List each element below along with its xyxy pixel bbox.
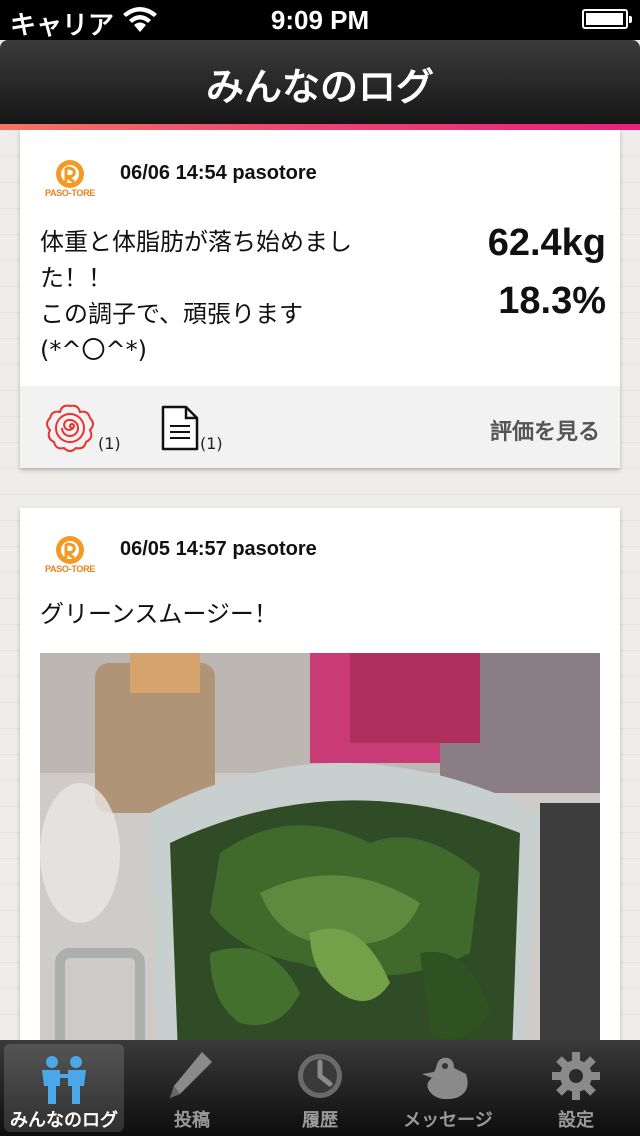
tab-label: 履歴 [302, 1110, 338, 1131]
status-bar: キャリア 9:09 PM [0, 0, 640, 40]
post-photo[interactable] [40, 653, 600, 1040]
user-avatar-logo: PASO-TORE [44, 158, 96, 202]
logo-text: PASO-TORE [45, 188, 95, 198]
log-card[interactable]: PASO-TORE 06/05 14:57 pasotore グリーンスムージー… [20, 508, 620, 1040]
post-meta: 06/05 14:57 pasotore [120, 538, 317, 560]
flower-count: (1) [98, 434, 121, 453]
pasotore-logo-icon [56, 536, 84, 564]
tab-post[interactable]: 投稿 [128, 1040, 256, 1136]
tab-label: 投稿 [174, 1110, 210, 1131]
logo-text: PASO-TORE [45, 564, 95, 574]
people-icon [42, 1056, 86, 1104]
user-avatar-logo: PASO-TORE [44, 534, 96, 578]
see-rating-button[interactable]: 評価を見る [490, 414, 600, 446]
tab-messages[interactable]: メッセージ [384, 1040, 512, 1136]
tab-bar: みんなのログ 投稿 履歴 メッセージ 設定 [0, 1040, 640, 1136]
tab-label: 設定 [558, 1110, 594, 1131]
post-text: グリーンスムージー！ [40, 600, 278, 628]
gear-icon [552, 1052, 600, 1100]
log-feed[interactable]: PASO-TORE 06/06 14:54 pasotore 体重と体脂肪が落ち… [0, 130, 640, 1040]
clock-icon [298, 1054, 342, 1098]
document-icon[interactable] [160, 404, 200, 452]
tab-history[interactable]: 履歴 [256, 1040, 384, 1136]
tab-everyone-log[interactable]: みんなのログ [4, 1044, 124, 1132]
pasotore-logo-icon [56, 160, 84, 188]
tab-label: みんなのログ [10, 1110, 118, 1131]
battery-icon [582, 9, 632, 29]
tab-settings[interactable]: 設定 [512, 1040, 640, 1136]
pencil-icon [170, 1052, 212, 1098]
log-card[interactable]: PASO-TORE 06/06 14:54 pasotore 体重と体脂肪が落ち… [20, 130, 620, 468]
card-footer: (1) (1) 評価を見る [20, 386, 620, 468]
post-meta: 06/06 14:54 pasotore [120, 162, 317, 184]
post-text: 体重と体脂肪が落ち始めまし た！！ この調子で、頑張ります (*^〇^*) [40, 228, 352, 364]
comment-count: (1) [200, 434, 223, 453]
smoothie-photo-image [40, 653, 600, 1040]
flower-icon[interactable] [42, 402, 98, 454]
body-fat-value: 18.3% [498, 280, 606, 322]
navigation-bar: みんなのログ [0, 40, 640, 124]
page-title: みんなのログ [205, 65, 434, 109]
weight-value: 62.4kg [487, 222, 606, 264]
bird-icon [422, 1057, 468, 1100]
status-time: 9:09 PM [270, 5, 370, 35]
tab-label: メッセージ [403, 1110, 493, 1131]
